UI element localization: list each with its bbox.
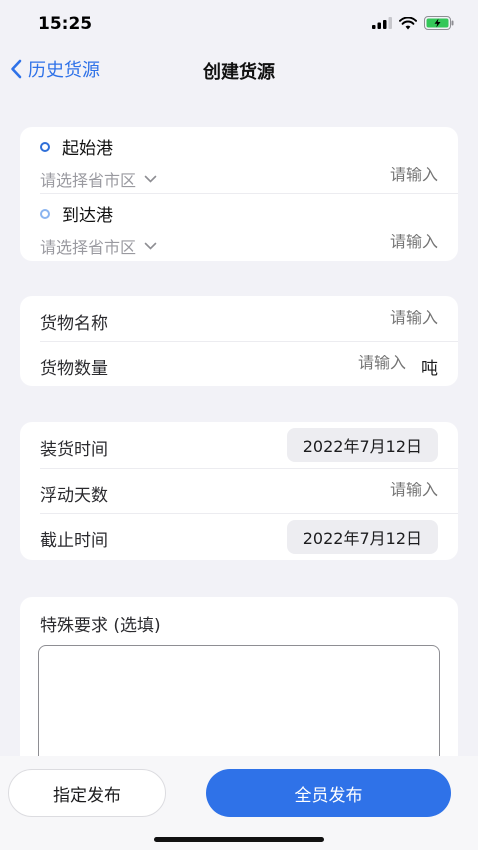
cargo-name-input[interactable] — [278, 310, 438, 328]
cargo-name-label: 货物名称 — [40, 314, 108, 334]
divider — [40, 341, 458, 342]
loading-date-picker[interactable]: 2022年7月12日 — [286, 428, 438, 462]
status-icons — [372, 16, 454, 30]
schedule-card: 装货时间 2022年7月12日 浮动天数 截止时间 2022年7月12日 — [20, 422, 458, 560]
origin-dot-icon — [40, 141, 50, 152]
loading-time-label: 装货时间 — [40, 440, 108, 460]
destination-port-label: 到达港 — [62, 206, 113, 226]
origin-region-select[interactable]: 请选择省市区 — [40, 167, 157, 191]
navigation-bar: 历史货源 创建货源 — [0, 52, 478, 88]
origin-port-header: 起始港 — [40, 134, 113, 159]
bottom-action-bar: 指定发布 全员发布 — [0, 756, 478, 850]
destination-address-input[interactable] — [298, 234, 438, 252]
chevron-down-icon — [144, 175, 157, 183]
deadline-date-picker[interactable]: 2022年7月12日 — [286, 520, 438, 554]
origin-port-label: 起始港 — [62, 139, 113, 159]
divider — [40, 468, 458, 469]
page-title: 创建货源 — [203, 62, 275, 83]
publish-to-all-button[interactable]: 全员发布 — [206, 769, 451, 817]
divider — [40, 513, 458, 514]
status-time: 15:25 — [38, 14, 93, 34]
cargo-quantity-label: 货物数量 — [40, 359, 108, 379]
destination-region-placeholder: 请选择省市区 — [40, 238, 137, 257]
float-days-input[interactable] — [278, 482, 438, 500]
special-requirements-label: 特殊要求 (选填) — [40, 616, 161, 636]
designated-publish-button[interactable]: 指定发布 — [8, 769, 166, 817]
origin-region-placeholder: 请选择省市区 — [40, 171, 137, 190]
battery-charging-icon — [424, 16, 454, 30]
route-card: 起始港 请选择省市区 到达港 请选择省市区 — [20, 127, 458, 261]
deadline-label: 截止时间 — [40, 531, 108, 551]
divider — [40, 193, 458, 194]
cellular-signal-icon — [372, 17, 392, 29]
destination-port-header: 到达港 — [40, 201, 113, 226]
destination-dot-icon — [40, 208, 50, 219]
home-indicator — [154, 837, 324, 842]
wifi-icon — [399, 16, 417, 29]
quantity-unit: 吨 — [421, 359, 438, 379]
origin-address-input[interactable] — [298, 167, 438, 185]
status-bar: 15:25 — [0, 0, 478, 48]
destination-region-select[interactable]: 请选择省市区 — [40, 234, 157, 258]
chevron-down-icon — [144, 242, 157, 250]
cargo-quantity-input[interactable] — [286, 355, 406, 373]
float-days-label: 浮动天数 — [40, 486, 108, 506]
cargo-card: 货物名称 货物数量 吨 — [20, 296, 458, 386]
